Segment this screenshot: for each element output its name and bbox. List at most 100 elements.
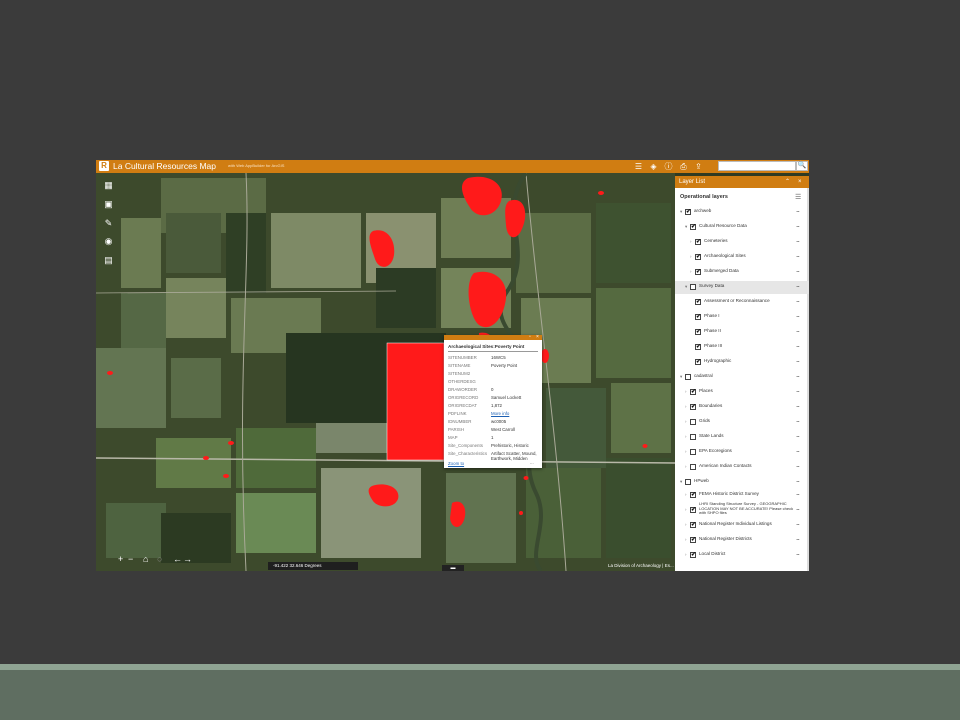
expand-arrow-icon[interactable]: › [685,449,687,454]
expand-arrow-icon[interactable]: › [685,404,687,409]
layer-visibility-checkbox[interactable]: ✔ [695,344,701,350]
layer-item[interactable]: › ✔ Archaeological Sites... [675,251,809,264]
layer-visibility-checkbox[interactable]: ✔ [695,329,701,335]
expand-arrow-icon[interactable]: › [685,492,687,497]
layer-more-icon[interactable]: ... [796,207,800,214]
zoom-out-icon[interactable]: − [128,554,133,564]
layer-item[interactable]: › ✔ National Register Individual Listings.… [675,519,809,532]
expand-arrow-icon[interactable]: › [685,522,687,527]
expand-arrow-icon[interactable]: › [685,464,687,469]
layer-more-icon[interactable]: ... [796,462,800,469]
layer-item[interactable]: ▾ HPweb... [675,476,809,489]
layer-visibility-checkbox[interactable]: ✔ [695,299,701,305]
layer-more-icon[interactable]: ... [796,282,800,289]
layer-more-icon[interactable]: ... [796,402,800,409]
expand-arrow-icon[interactable]: ▾ [685,224,687,230]
more-actions-icon[interactable]: ... [530,460,534,465]
layer-options-icon[interactable]: ☰ [795,193,801,201]
basemap-icon[interactable]: ▣ [103,199,114,210]
layer-visibility-checkbox[interactable] [685,374,691,380]
layer-item[interactable]: › ✔ Boundaries... [675,401,809,414]
expand-arrow-icon[interactable]: › [685,552,687,557]
expand-arrow-icon[interactable]: › [685,537,687,542]
layer-item[interactable]: › ✔ National Register Districts... [675,534,809,547]
expand-arrow-icon[interactable]: ▾ [680,374,682,380]
layer-item[interactable]: › ✔ Submerged Data... [675,266,809,279]
zoom-in-icon[interactable]: + [118,554,123,564]
map-view[interactable]: ▦ ▣ ✎ ◉ ▤ + − ⌂ ○ ← → [96,173,675,571]
print-icon[interactable]: ⎙ [678,161,689,172]
share-icon[interactable]: ⇪ [693,161,704,172]
layer-more-icon[interactable]: ... [796,550,800,557]
layers-icon[interactable]: ◈ [648,161,659,172]
layer-more-icon[interactable]: ... [796,417,800,424]
home-grid-icon[interactable]: ▦ [103,180,114,191]
layer-item[interactable]: ✔ Phase III... [675,341,809,354]
expand-arrow-icon[interactable]: › [690,254,692,259]
layer-more-icon[interactable]: ... [796,297,800,304]
layer-more-icon[interactable]: ... [796,222,800,229]
layer-visibility-checkbox[interactable] [690,284,696,290]
layer-more-icon[interactable]: ... [796,342,800,349]
maximize-icon[interactable]: ▫ [529,334,531,340]
layer-visibility-checkbox[interactable]: ✔ [690,224,696,230]
collapse-panel-icon[interactable]: ⌃ [785,178,790,186]
my-location-icon[interactable]: ○ [157,554,162,564]
layer-visibility-checkbox[interactable]: ✔ [695,239,701,245]
previous-extent-icon[interactable]: ← [173,554,182,564]
layer-visibility-checkbox[interactable] [690,434,696,440]
layer-item[interactable]: › ✔ Cemeteries... [675,236,809,249]
expand-arrow-icon[interactable]: › [685,434,687,439]
more-info-link[interactable]: More info [491,411,539,416]
layer-item[interactable]: ▾ Survey Data... [675,281,809,294]
about-icon[interactable]: ⓘ [663,161,674,172]
layer-more-icon[interactable]: ... [796,357,800,364]
site-polygon[interactable] [541,349,549,363]
locate-icon[interactable]: ◉ [103,236,114,247]
layer-item[interactable]: ▾ cadastral... [675,371,809,384]
layer-more-icon[interactable]: ... [796,237,800,244]
layer-item[interactable]: ▾ ✔ Cultural Resource Data... [675,221,809,234]
layer-item[interactable]: › ✔ Local District... [675,549,809,562]
layer-item[interactable]: ✔ Hydrographic... [675,356,809,369]
expand-arrow-icon[interactable]: ▾ [680,209,682,215]
layer-visibility-checkbox[interactable]: ✔ [695,314,701,320]
layer-visibility-checkbox[interactable]: ✔ [695,359,701,365]
layer-item[interactable]: › ✔ LHRI Standing Structure Survey - GEOGR… [675,501,809,517]
layer-item[interactable]: ✔ Phase II... [675,326,809,339]
layer-more-icon[interactable]: ... [796,432,800,439]
layer-more-icon[interactable]: ... [796,490,800,497]
layer-visibility-checkbox[interactable]: ✔ [690,552,696,558]
layer-visibility-checkbox[interactable]: ✔ [690,537,696,543]
expand-arrow-icon[interactable]: › [690,269,692,274]
expand-arrow-icon[interactable]: › [685,507,687,512]
home-icon[interactable]: ⌂ [143,554,148,564]
layer-visibility-checkbox[interactable] [690,449,696,455]
layer-visibility-checkbox[interactable]: ✔ [690,522,696,528]
close-panel-icon[interactable]: × [798,178,802,186]
search-icon[interactable]: 🔍 [796,161,808,171]
layer-more-icon[interactable]: ... [796,387,800,394]
layer-visibility-checkbox[interactable]: ✔ [690,389,696,395]
layer-more-icon[interactable]: ... [796,372,800,379]
layer-visibility-checkbox[interactable] [690,419,696,425]
layer-visibility-checkbox[interactable]: ✔ [695,254,701,260]
attribute-table-toggle[interactable]: ▬ [442,565,464,571]
layer-item[interactable]: › State Lands... [675,431,809,444]
layer-visibility-checkbox[interactable] [685,479,691,485]
layer-more-icon[interactable]: ... [796,535,800,542]
layer-more-icon[interactable]: ... [796,520,800,527]
layer-more-icon[interactable]: ... [796,477,800,484]
layer-visibility-checkbox[interactable] [690,464,696,470]
layer-visibility-checkbox[interactable]: ✔ [685,209,691,215]
layer-more-icon[interactable]: ... [796,312,800,319]
layer-visibility-checkbox[interactable]: ✔ [690,492,696,498]
expand-arrow-icon[interactable]: ▾ [680,479,682,485]
table-icon[interactable]: ▤ [103,255,114,266]
layer-item[interactable]: › American Indian Contacts... [675,461,809,474]
layer-more-icon[interactable]: ... [796,252,800,259]
layer-item[interactable]: › EPA Ecoregions... [675,446,809,459]
zoom-to-link[interactable]: Zoom to [448,461,464,466]
layer-item[interactable]: ✔ Phase I... [675,311,809,324]
close-icon[interactable]: × [536,334,539,340]
